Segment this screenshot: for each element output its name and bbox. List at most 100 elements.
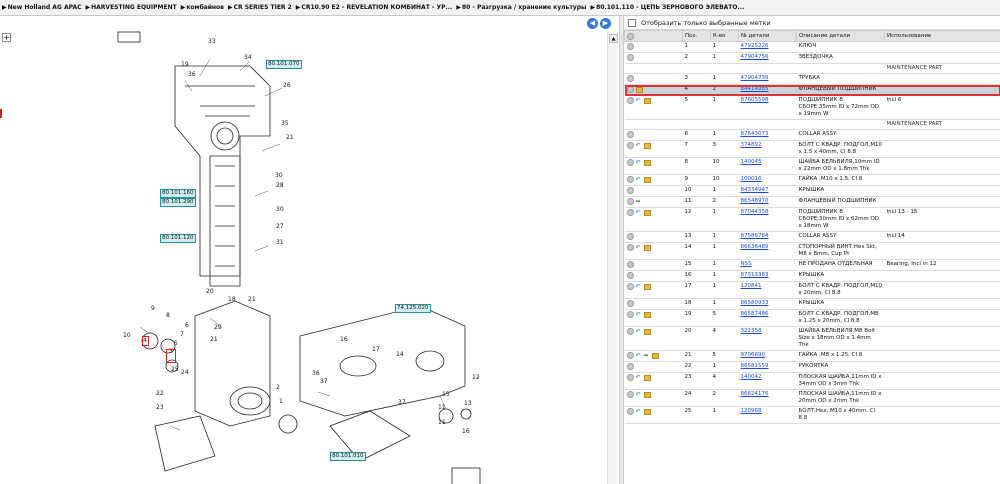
- info-icon[interactable]: [626, 408, 634, 415]
- breadcrumb-item[interactable]: ▶HARVESTING EQUIPMENT: [86, 4, 177, 11]
- replace-arrow-icon[interactable]: ↶: [636, 408, 643, 415]
- breadcrumb-item[interactable]: ▶80 - Разгрузка / хранение культуры: [456, 4, 586, 11]
- callout[interactable]: 21: [286, 134, 294, 141]
- package-icon[interactable]: [643, 408, 651, 415]
- table-row[interactable]: ➦ 11 2 86548970 ФЛАНЦЕВЫЙ ПОДШИПНИК: [624, 196, 1000, 208]
- table-row[interactable]: ↶ 17 1 120841 БОЛТ С КВАДР. ПОДГОЛ,M10 x 20m…: [624, 281, 1000, 299]
- info-icon[interactable]: [626, 374, 634, 381]
- package-icon[interactable]: [643, 142, 651, 149]
- info-icon[interactable]: [626, 198, 634, 205]
- part-number-link[interactable]: 87605598: [741, 97, 769, 103]
- package-icon[interactable]: [635, 86, 643, 93]
- info-icon[interactable]: [626, 328, 634, 335]
- replace-arrow-icon[interactable]: ↶: [636, 391, 643, 398]
- part-number-link[interactable]: 322358: [741, 328, 762, 334]
- table-row[interactable]: 6 1 87643073 COLLAR ASSY.: [624, 129, 1000, 141]
- callout[interactable]: 27: [276, 223, 284, 230]
- replace-arrow-icon[interactable]: ↶: [636, 97, 643, 104]
- table-row[interactable]: ↶ 19 5 86587486 БОЛТ С КВАДР. ПОДГОЛ,M8 x 1.…: [624, 309, 1000, 327]
- replace-arrow-icon[interactable]: ↶: [636, 283, 643, 290]
- info-icon[interactable]: [626, 97, 634, 104]
- table-row[interactable]: ↶ 24 2 86624176 ПЛОСКАЯ ШАЙБА,11mm ID x 20mm…: [624, 389, 1000, 407]
- part-number-link[interactable]: NSS: [741, 261, 752, 267]
- table-row[interactable]: ↶ 25 1 120968 БОЛТ,Hex, M10 x 40mm, Cl 8.8: [624, 406, 1000, 424]
- part-number-link[interactable]: 100016: [741, 176, 762, 182]
- breadcrumb-item[interactable]: ▶комбайнов: [181, 4, 224, 11]
- ref-tag[interactable]: 80.101.010: [330, 452, 366, 461]
- info-icon[interactable]: [626, 261, 634, 268]
- green-arrow-icon[interactable]: ➦: [636, 198, 643, 205]
- info-icon[interactable]: [626, 283, 634, 290]
- table-row[interactable]: 10 1 84334947 КРЫШКА: [624, 185, 1000, 197]
- part-number-link[interactable]: 86636489: [741, 244, 769, 250]
- callout[interactable]: 11: [438, 404, 446, 411]
- callout[interactable]: 15: [442, 391, 450, 398]
- ref-tag[interactable]: 80.101.120: [160, 234, 196, 243]
- callout[interactable]: 30: [275, 172, 283, 179]
- table-row[interactable]: 15 1 NSS НЕ ПРОДАНА ОТДЕЛЬНАЯ Bearing, Incl …: [624, 259, 1000, 271]
- ref-tag[interactable]: 74.125.020: [395, 304, 431, 313]
- package-icon[interactable]: [643, 209, 651, 216]
- callout[interactable]: 36: [188, 71, 196, 78]
- replace-arrow-icon[interactable]: ↶: [636, 352, 643, 359]
- breadcrumb-item[interactable]: ▶CR SERIES TIER 2: [228, 4, 292, 11]
- part-number-link[interactable]: 140042: [741, 374, 762, 380]
- ref-tag[interactable]: 80.101.070: [266, 60, 302, 69]
- callout[interactable]: 17: [372, 346, 380, 353]
- part-number-link[interactable]: 84334947: [741, 187, 769, 193]
- info-icon[interactable]: [626, 300, 634, 307]
- callout[interactable]: 22: [156, 390, 164, 397]
- callout[interactable]: 20: [206, 288, 214, 295]
- callout[interactable]: 10: [123, 332, 131, 339]
- table-row[interactable]: 22 1 86581559 РУКОЯТКА: [624, 361, 1000, 373]
- breadcrumb-item[interactable]: ▶80.101.110 - ЦЕПЬ ЗЕРНОВОГО ЭЛЕВАТО...: [590, 4, 744, 11]
- package-icon[interactable]: [643, 311, 651, 318]
- table-row[interactable]: 18 1 86580933 КРЫШКА: [624, 298, 1000, 310]
- table-row[interactable]: 3 1 47904739 ТРУБКА: [624, 73, 1000, 85]
- part-number-link[interactable]: 87586784: [741, 233, 769, 239]
- part-number-link[interactable]: 86581559: [741, 363, 769, 369]
- callout[interactable]: 9: [151, 305, 155, 312]
- ref-tag[interactable]: 80.101.290: [160, 198, 196, 207]
- replace-arrow-icon[interactable]: ↶: [636, 176, 643, 183]
- callout[interactable]: 2: [276, 384, 280, 391]
- callout[interactable]: 14: [396, 351, 404, 358]
- callout[interactable]: 34: [244, 54, 252, 61]
- info-icon[interactable]: [626, 131, 634, 138]
- table-row[interactable]: 16 1 87313383 КРЫШКА: [624, 270, 1000, 282]
- part-number-link[interactable]: 47925226: [741, 43, 769, 49]
- breadcrumb-item[interactable]: ▶New Holland AG APAC: [2, 4, 82, 11]
- package-icon[interactable]: [643, 391, 651, 398]
- col-desc[interactable]: Описание детали: [796, 30, 885, 42]
- filter-bar[interactable]: Отобразить только выбранные метки: [624, 16, 1000, 30]
- package-icon[interactable]: [643, 244, 651, 251]
- replace-arrow-icon[interactable]: ↶: [636, 328, 643, 335]
- info-icon[interactable]: [626, 352, 634, 359]
- package-icon[interactable]: [643, 97, 651, 104]
- part-number-link[interactable]: 9706690: [741, 352, 766, 358]
- table-row[interactable]: 4 2 84414985 ФЛАНЦЕВЫЙ ПОДШИПНИК: [624, 84, 1000, 96]
- table-row[interactable]: ↶ ➦ 21 5 9706690 ГАЙКА ,M8 x 1.25, Cl 8: [624, 350, 1000, 362]
- info-icon[interactable]: [626, 86, 634, 93]
- part-number-link[interactable]: 47904756: [741, 54, 769, 60]
- breadcrumb-item[interactable]: ▶CR10.90 E2 - REVELATION КОМБИНАТ - УР..…: [296, 4, 453, 11]
- callout[interactable]: 28: [276, 182, 284, 189]
- callout[interactable]: 18: [228, 296, 236, 303]
- replace-arrow-icon[interactable]: ↶: [636, 209, 643, 216]
- table-row[interactable]: ↶ 5 1 87605598 ПОДШИПНИК В СБОРЕ,35mm ID x 7…: [624, 95, 1000, 120]
- table-row[interactable]: ↶ 14 1 86636489 СТОПОРНЫЙ ВИНТ,Hex Skt, M8 x…: [624, 242, 1000, 260]
- part-number-link[interactable]: 84414985: [741, 86, 769, 92]
- table-row[interactable]: ↶ 23 4 140042 ПЛОСКАЯ ШАЙБА,11mm ID x 34mm O…: [624, 372, 1000, 390]
- part-number-link[interactable]: 86624176: [741, 391, 769, 397]
- forward-button[interactable]: ▶: [600, 18, 611, 29]
- callout[interactable]: 6: [185, 322, 189, 329]
- callout[interactable]: 37: [398, 399, 406, 406]
- callout[interactable]: 24: [181, 369, 189, 376]
- callout[interactable]: 23: [156, 404, 164, 411]
- info-icon[interactable]: [626, 142, 634, 149]
- callout[interactable]: 13: [464, 400, 472, 407]
- package-icon[interactable]: [651, 352, 659, 359]
- callout[interactable]: 16: [462, 428, 470, 435]
- callout[interactable]: 12: [472, 374, 480, 381]
- info-icon[interactable]: [626, 187, 634, 194]
